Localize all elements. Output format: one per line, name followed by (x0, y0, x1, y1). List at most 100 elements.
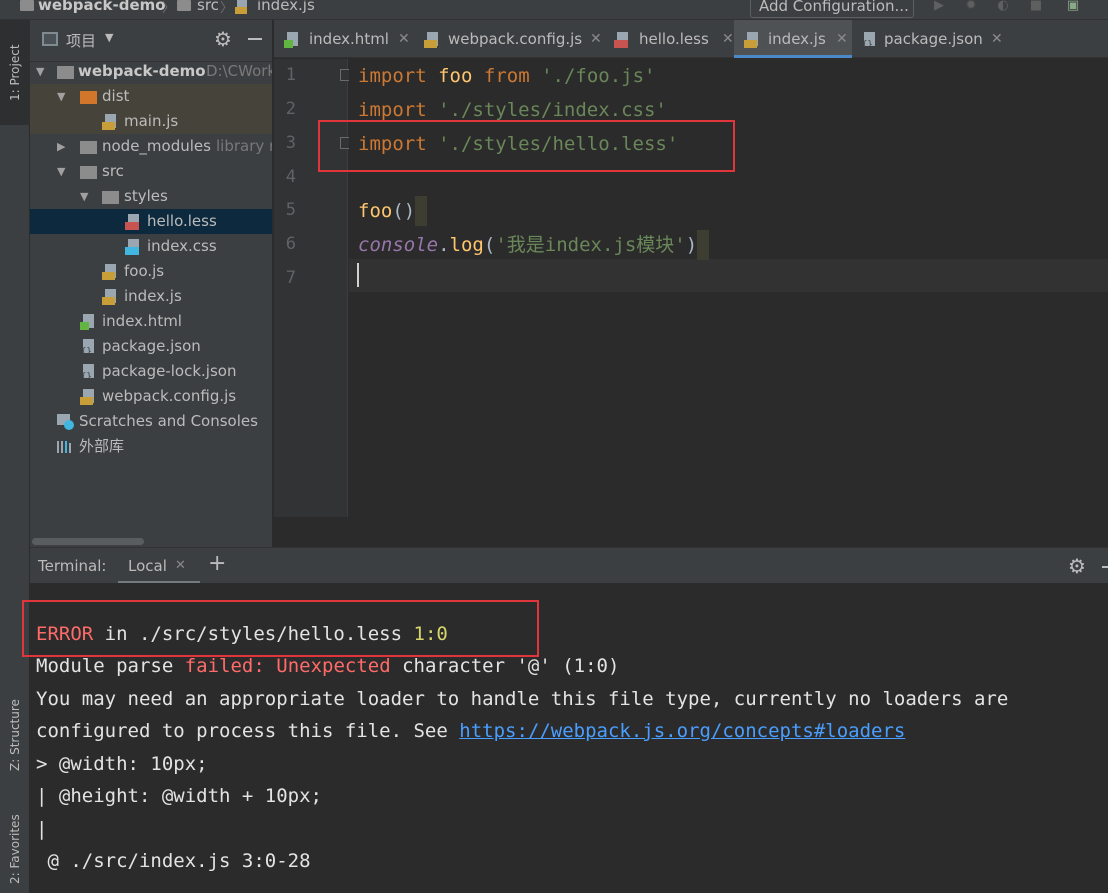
global-object: console (358, 234, 439, 256)
breadcrumb-separator-icon: 〉 (220, 1, 234, 16)
breadcrumb-folder[interactable]: src (197, 0, 219, 14)
expand-arrow-icon[interactable]: ▼ (57, 159, 65, 184)
tab-index-html[interactable]: index.html ✕ (274, 20, 410, 58)
expand-arrow-icon[interactable]: ▼ (36, 59, 44, 84)
tree-item-main-js[interactable]: main.js (30, 109, 272, 134)
tree-item-package-json[interactable]: {} package.json (30, 334, 272, 359)
terminal-source-line: | (36, 818, 48, 840)
terminal-source-line: | @height: @width + 10px; (36, 785, 322, 807)
stop-icon[interactable]: ■ (1027, 0, 1045, 16)
add-configuration-button[interactable]: Add Configuration... (750, 0, 914, 18)
unexpected-text: Unexpected (276, 655, 391, 677)
svg-text:{}: {} (81, 372, 92, 380)
tree-item-label: package.json (102, 337, 201, 355)
terminal-label: Terminal: (38, 557, 107, 575)
end-of-line-marker (697, 230, 710, 260)
code-line-6: console.log('我是index.js模块') (358, 230, 710, 260)
terminal-tab-label: Local (128, 557, 167, 575)
tab-webpack-config-js[interactable]: webpack.config.js ✕ (414, 20, 606, 58)
line-number: 2 (285, 99, 296, 119)
tree-item-webpack-demo[interactable]: ▼ webpack-demo D:\CWork (30, 59, 272, 84)
tree-item-scratches[interactable]: Scratches and Consoles (30, 409, 272, 434)
line-number: 7 (285, 268, 296, 288)
run-icon[interactable]: ▶ (930, 0, 948, 16)
tree-item-hello-less[interactable]: hello.less (30, 209, 272, 234)
project-tool-tab[interactable]: 1: Project (0, 20, 30, 125)
tree-item-styles[interactable]: ▼ styles (30, 184, 272, 209)
tree-item-label: webpack-demo (78, 62, 206, 80)
expand-arrow-icon[interactable]: ▼ (80, 184, 88, 209)
expand-arrow-icon[interactable]: ▼ (57, 84, 65, 109)
structure-tool-tab[interactable]: Z: Structure (0, 685, 30, 785)
docs-link[interactable]: https://webpack.js.org/concepts#loaders (459, 720, 905, 742)
tree-item-external-libraries[interactable]: 外部库 (30, 434, 272, 459)
tree-item-webpack-config-js[interactable]: webpack.config.js (30, 384, 272, 409)
project-tool-tab-label: 1: Project (8, 44, 22, 101)
tab-label: index.html (309, 30, 389, 48)
tree-item-dist[interactable]: ▼ dist (30, 84, 272, 109)
tree-item-label: package-lock.json (102, 362, 237, 380)
tab-terminal-local[interactable]: Local ✕ (118, 548, 200, 584)
tab-label: hello.less (639, 30, 709, 48)
open-paren: ( (483, 234, 496, 256)
chevron-down-icon[interactable]: ▼ (105, 31, 113, 44)
tree-item-index-css[interactable]: index.css (30, 234, 272, 259)
tab-hello-less[interactable]: hello.less ✕ (614, 20, 734, 58)
project-view-title[interactable]: 项目 (66, 30, 96, 51)
keyword: from (483, 65, 530, 87)
failed-text: failed: (184, 655, 265, 677)
close-icon[interactable]: ✕ (398, 20, 410, 58)
hide-panel-icon[interactable] (248, 38, 262, 40)
project-horizontal-scrollbar[interactable] (30, 536, 272, 547)
tree-item-index-js[interactable]: index.js (30, 284, 272, 309)
folder-icon (20, 0, 34, 11)
parentheses: () (392, 200, 416, 222)
function-call: foo (358, 200, 393, 222)
tree-item-index-html[interactable]: index.html (30, 309, 272, 334)
breadcrumb-project[interactable]: webpack-demo (38, 0, 166, 14)
tree-item-label: styles (124, 187, 168, 205)
folder-icon (102, 191, 119, 204)
breadcrumb-file[interactable]: index.js (257, 0, 315, 14)
coverage-icon[interactable]: ◐ (994, 0, 1012, 16)
tree-item-label: main.js (124, 112, 179, 130)
favorites-tool-tab-label: 2: Favorites (8, 814, 22, 884)
library-icon (57, 441, 71, 453)
structure-tool-tab-label: Z: Structure (8, 699, 22, 771)
close-icon[interactable]: ✕ (722, 20, 734, 58)
highlight-box-import-less (318, 120, 735, 172)
debug-icon[interactable]: ✹ (962, 0, 980, 16)
end-of-line-marker (415, 196, 428, 226)
folder-icon (177, 0, 191, 11)
gear-icon[interactable]: ⚙ (1068, 554, 1086, 578)
tree-item-node-modules[interactable]: ▶ node_modules library r (30, 134, 272, 159)
close-icon[interactable]: ✕ (590, 20, 602, 58)
js-file-icon (80, 389, 94, 405)
tool-window-strip: 1: Project Z: Structure 2: Favorites (0, 20, 30, 893)
tree-item-package-lock-json[interactable]: {} package-lock.json (30, 359, 272, 384)
folder-icon (80, 141, 97, 154)
tab-index-js[interactable]: index.js ✕ (734, 20, 852, 58)
favorites-tool-tab[interactable]: 2: Favorites (0, 805, 30, 893)
new-terminal-plus-icon[interactable]: + (208, 551, 226, 576)
close-icon[interactable]: ✕ (836, 20, 848, 58)
gear-icon[interactable]: ⚙ (214, 27, 232, 51)
project-panel-header: 项目 ▼ ⚙ (30, 20, 272, 62)
method-name: log (449, 234, 484, 256)
terminal-header: Terminal: Local ✕ + ⚙ (30, 547, 1108, 584)
close-icon[interactable]: ✕ (175, 558, 186, 573)
js-file-icon (744, 32, 758, 48)
navigation-bar: webpack-demo 〉 src 〉 index.js Add Config… (0, 0, 1108, 20)
terminal-window-icon[interactable]: ▣ (1064, 0, 1082, 16)
close-icon[interactable]: ✕ (991, 20, 1003, 58)
tree-item-foo-js[interactable]: foo.js (30, 259, 272, 284)
breadcrumb-separator-icon: 〉 (162, 1, 176, 16)
tree-item-src[interactable]: ▼ src (30, 159, 272, 184)
module-parse-text: Module parse (36, 655, 185, 677)
scrollbar-thumb[interactable] (32, 538, 144, 545)
hide-panel-icon[interactable] (1102, 566, 1108, 568)
tab-package-json[interactable]: {} package.json ✕ (859, 20, 1004, 58)
collapse-arrow-icon[interactable]: ▶ (57, 134, 65, 159)
editor-bottom-area (274, 517, 1108, 547)
string-literal: './foo.js' (541, 65, 656, 87)
